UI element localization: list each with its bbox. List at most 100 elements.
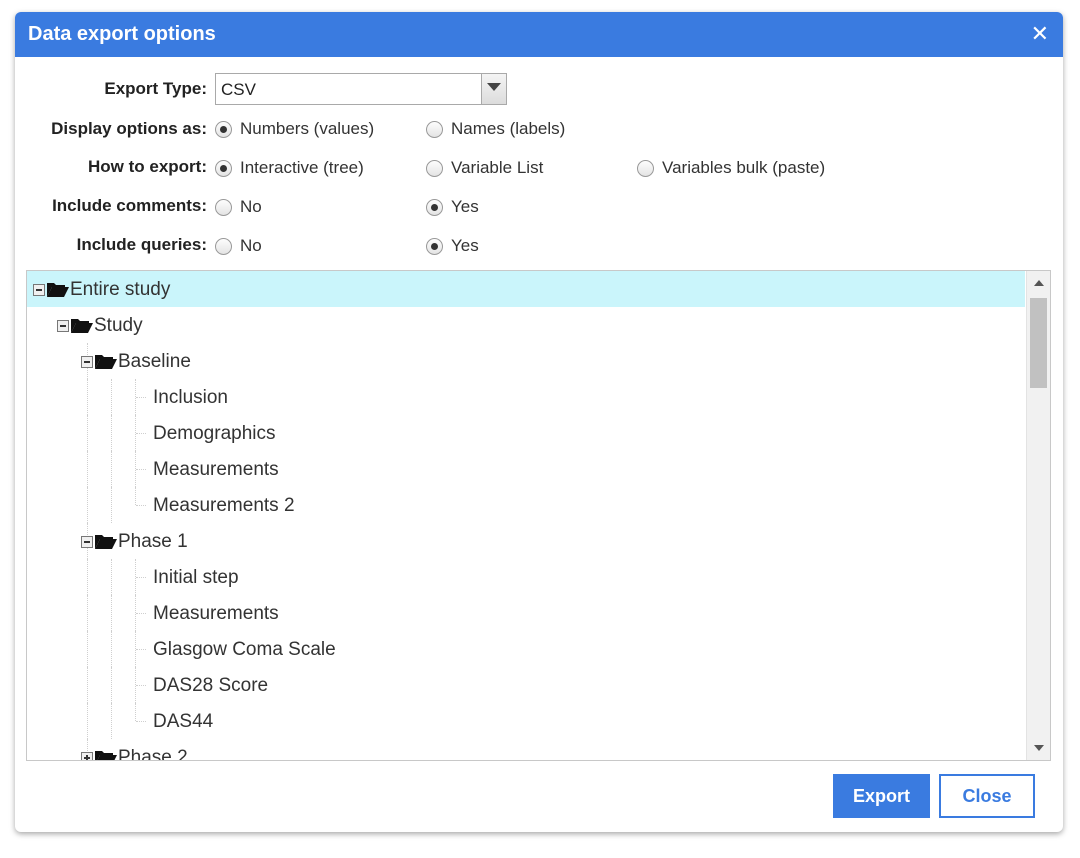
dialog-title: Data export options	[28, 23, 216, 45]
tree-guide-line	[87, 451, 88, 487]
study-tree[interactable]: Phase 2 DAS44 DAS28 Score Glasgow Coma Scal…	[26, 270, 1051, 761]
tree-guide-line	[87, 415, 88, 451]
queries-option-yes[interactable]: Yes	[426, 236, 479, 256]
tree-node-label[interactable]: DAS28 Score	[153, 675, 268, 697]
tree-guide-line	[87, 667, 88, 703]
radio-comments-yes[interactable]	[426, 198, 443, 216]
tree-leaf-node[interactable]: DAS44	[27, 703, 1025, 739]
tree-leaf-node[interactable]: Measurements	[27, 595, 1025, 631]
radio-interactive[interactable]	[215, 159, 232, 177]
tree-guide-line	[111, 451, 112, 487]
radio-names-label: Names (labels)	[451, 119, 566, 138]
tree-guide-line	[111, 667, 112, 703]
radio-comments-no[interactable]	[215, 198, 232, 216]
tree-guide-line	[135, 703, 136, 721]
tree-guide-line	[111, 703, 112, 739]
scroll-down-icon[interactable]	[1034, 745, 1044, 751]
radio-variables-bulk[interactable]	[637, 159, 654, 177]
tree-folder-node[interactable]: Phase 2	[27, 739, 1025, 760]
radio-names[interactable]	[426, 120, 443, 138]
tree-guide-line	[111, 595, 112, 631]
radio-comments-yes-label: Yes	[451, 197, 479, 216]
tree-node-label[interactable]: Measurements	[153, 459, 279, 481]
tree-collapse-icon[interactable]	[81, 536, 93, 548]
tree-node-label[interactable]: Measurements 2	[153, 495, 295, 517]
export-option-variables-bulk[interactable]: Variables bulk (paste)	[637, 158, 825, 178]
radio-comments-no-label: No	[240, 197, 262, 216]
radio-queries-yes[interactable]	[426, 237, 443, 255]
tree-branch-line	[136, 433, 146, 434]
radio-numbers-label: Numbers (values)	[240, 119, 375, 138]
folder-open-icon	[94, 533, 118, 550]
tree-leaf-node[interactable]: Initial step	[27, 559, 1025, 595]
scroll-up-icon[interactable]	[1034, 280, 1044, 286]
tree-branch-line	[136, 469, 146, 470]
tree-node-label[interactable]: Inclusion	[153, 387, 228, 409]
tree-guide-line	[111, 559, 112, 595]
export-type-select[interactable]: CSV	[215, 73, 507, 105]
tree-guide-line	[87, 631, 88, 667]
export-dialog: Data export options ✕ Export Type: CSV D…	[15, 12, 1063, 832]
tree-node-label[interactable]: Measurements	[153, 603, 279, 625]
radio-queries-no-label: No	[240, 236, 262, 255]
tree-node-label[interactable]: Initial step	[153, 567, 239, 589]
tree-branch-line	[136, 505, 146, 506]
tree-guide-line	[111, 379, 112, 415]
tree-leaf-node[interactable]: Inclusion	[27, 379, 1025, 415]
tree-node-label[interactable]: Glasgow Coma Scale	[153, 639, 336, 661]
tree-node-label[interactable]: DAS44	[153, 711, 213, 733]
tree-scrollbar[interactable]	[1026, 271, 1050, 760]
tree-collapse-icon[interactable]	[33, 284, 45, 296]
tree-collapse-icon[interactable]	[57, 320, 69, 332]
queries-option-no[interactable]: No	[215, 236, 262, 256]
tree-leaf-node[interactable]: Demographics	[27, 415, 1025, 451]
tree-node-label[interactable]: Phase 2	[118, 747, 188, 760]
tree-branch-line	[136, 649, 146, 650]
tree-branch-line	[136, 721, 146, 722]
radio-variables-bulk-label: Variables bulk (paste)	[662, 158, 826, 177]
tree-node-label[interactable]: Baseline	[118, 351, 191, 373]
export-button[interactable]: Export	[833, 774, 930, 818]
tree-branch-line	[136, 577, 146, 578]
folder-open-icon	[70, 317, 94, 334]
tree-folder-node[interactable]: Entire study	[27, 271, 1025, 307]
scrollbar-thumb[interactable]	[1030, 298, 1047, 388]
tree-expand-icon[interactable]	[81, 752, 93, 760]
comments-option-no[interactable]: No	[215, 197, 262, 217]
tree-guide-line	[87, 487, 88, 523]
display-option-numbers[interactable]: Numbers (values)	[215, 119, 374, 139]
tree-folder-node[interactable]: Study	[27, 307, 1025, 343]
comments-option-yes[interactable]: Yes	[426, 197, 479, 217]
export-option-interactive[interactable]: Interactive (tree)	[215, 158, 364, 178]
tree-leaf-node[interactable]: Measurements	[27, 451, 1025, 487]
tree-node-label[interactable]: Phase 1	[118, 531, 188, 553]
radio-queries-yes-label: Yes	[451, 236, 479, 255]
close-icon[interactable]: ✕	[1031, 21, 1049, 47]
chevron-down-icon[interactable]	[481, 74, 506, 104]
export-type-label: Export Type:	[104, 79, 207, 98]
folder-open-icon	[94, 353, 118, 370]
folder-open-icon	[94, 749, 118, 760]
include-comments-label: Include comments:	[52, 196, 207, 215]
radio-queries-no[interactable]	[215, 237, 232, 255]
radio-numbers[interactable]	[215, 120, 232, 138]
tree-node-label[interactable]: Entire study	[70, 279, 170, 301]
export-option-variable-list[interactable]: Variable List	[426, 158, 543, 178]
tree-guide-line	[87, 379, 88, 415]
tree-leaf-node[interactable]: DAS28 Score	[27, 667, 1025, 703]
tree-node-label[interactable]: Demographics	[153, 423, 276, 445]
tree-guide-line	[87, 595, 88, 631]
tree-folder-node[interactable]: Baseline	[27, 343, 1025, 379]
close-button[interactable]: Close	[939, 774, 1035, 818]
tree-collapse-icon[interactable]	[81, 356, 93, 368]
tree-leaf-node[interactable]: Measurements 2	[27, 487, 1025, 523]
tree-guide-line	[87, 703, 88, 739]
folder-open-icon	[46, 281, 70, 298]
radio-variable-list[interactable]	[426, 159, 443, 177]
tree-leaf-node[interactable]: Glasgow Coma Scale	[27, 631, 1025, 667]
tree-node-label[interactable]: Study	[94, 315, 143, 337]
display-option-names[interactable]: Names (labels)	[426, 119, 565, 139]
dialog-titlebar: Data export options ✕	[15, 12, 1063, 57]
tree-folder-node[interactable]: Phase 1	[27, 523, 1025, 559]
tree-guide-line	[135, 487, 136, 505]
